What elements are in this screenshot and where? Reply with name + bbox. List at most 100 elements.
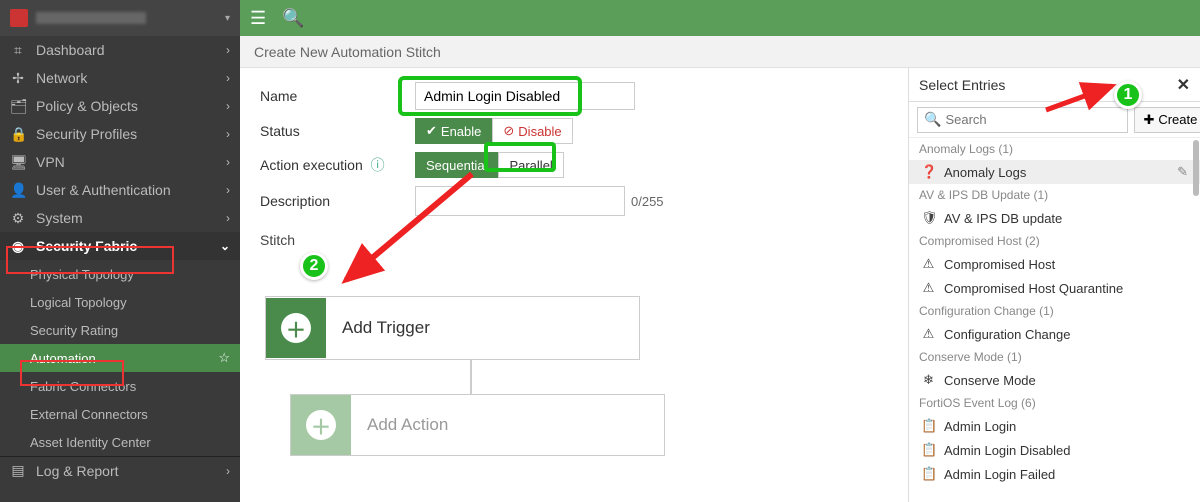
entry-label: Conserve Mode	[944, 373, 1036, 388]
entry-label: Compromised Host Quarantine	[944, 281, 1123, 296]
status-disable-button[interactable]: ⊘Disable	[492, 118, 572, 144]
star-icon: ☆	[218, 350, 230, 366]
nav-item-policy-objects[interactable]: 🗂Policy & Objects›	[0, 92, 240, 120]
panel-list[interactable]: Anomaly Logs (1)❓Anomaly Logs✎AV & IPS D…	[909, 138, 1200, 502]
panel-group-header: Configuration Change (1)	[909, 300, 1200, 322]
panel-entry[interactable]: ❄ Conserve Mode	[909, 368, 1200, 392]
plus-icon: ＋	[281, 313, 311, 343]
nav-subitem-asset-identity-center[interactable]: Asset Identity Center	[0, 428, 240, 456]
nav-item-logreport[interactable]: ▤ Log & Report ›	[0, 456, 240, 484]
panel-entry[interactable]: 📋 Admin Login Failed	[909, 462, 1200, 486]
scrollbar-thumb[interactable]	[1193, 140, 1199, 196]
nav-label: Security Rating	[30, 323, 118, 338]
brand-logo-icon	[10, 9, 28, 27]
chevron-right-icon: ›	[226, 155, 230, 169]
chevron-right-icon: ›	[226, 99, 230, 113]
panel-entry[interactable]: 🛡AV & IPS DB update	[909, 206, 1200, 230]
search-icon[interactable]: 🔍	[282, 8, 304, 29]
chevron-right-icon: ›	[226, 183, 230, 197]
nav-item-user-authentication[interactable]: 👤 User & Authentication ›	[0, 176, 240, 204]
nav-subitem-logical-topology[interactable]: Logical Topology	[0, 288, 240, 316]
close-icon[interactable]: ✕	[1177, 75, 1190, 95]
nav-icon: 👤	[10, 182, 26, 199]
nav-subitem-automation[interactable]: Automation ☆	[0, 344, 240, 372]
plus-icon: ＋	[306, 410, 336, 440]
nav-icon: ✢	[10, 70, 26, 87]
nav-icon: 🔒	[10, 126, 26, 143]
entry-label: Admin Login Failed	[944, 467, 1055, 482]
nav-label: Log & Report	[36, 463, 119, 479]
entry-label: AV & IPS DB update	[944, 211, 1062, 226]
label-status: Status	[260, 123, 415, 139]
search-icon: 🔍	[924, 111, 941, 128]
nav-subitem-security-rating[interactable]: Security Rating	[0, 316, 240, 344]
label-action-exec: Action execution ⓘ	[260, 155, 415, 175]
nav-item-vpn[interactable]: 🖥VPN›	[0, 148, 240, 176]
label-stitch: Stitch	[260, 232, 888, 248]
panel-entry[interactable]: ⚠Compromised Host Quarantine	[909, 276, 1200, 300]
nav-item-security-profiles[interactable]: 🔒Security Profiles›	[0, 120, 240, 148]
nav-label: System	[36, 210, 83, 226]
entry-icon: 📋	[921, 418, 936, 434]
action-exec-parallel-button[interactable]: Parallel	[498, 152, 563, 178]
brand-caret-icon: ▾	[225, 13, 230, 24]
pencil-icon[interactable]: ✎	[1177, 164, 1188, 180]
description-textarea[interactable]	[415, 186, 625, 216]
entry-label: Anomaly Logs	[944, 165, 1026, 180]
entry-icon: ❄	[921, 372, 936, 388]
nav-label: Logical Topology	[30, 295, 127, 310]
add-action-card[interactable]: ＋ Add Action	[290, 394, 665, 456]
nav-subitem-external-connectors[interactable]: External Connectors	[0, 400, 240, 428]
panel-title: Select Entries	[919, 77, 1005, 93]
action-exec-sequential-button[interactable]: Sequential	[415, 152, 498, 178]
entry-icon: ⚠	[921, 326, 936, 342]
chevron-right-icon: ›	[226, 71, 230, 85]
name-input[interactable]	[415, 82, 635, 110]
label-description: Description	[260, 193, 415, 209]
nav-subitem-fabric-connectors[interactable]: Fabric Connectors	[0, 372, 240, 400]
nav-label: User & Authentication	[36, 182, 171, 198]
panel-entry[interactable]: ⚠Configuration Change	[909, 322, 1200, 346]
brand-name-blurred	[36, 12, 146, 24]
nav-icon: ◉	[10, 238, 26, 255]
info-icon[interactable]: ⓘ	[371, 157, 385, 173]
status-enable-button[interactable]: ✔Enable	[415, 118, 492, 144]
nav-icon: ⌗	[10, 42, 26, 59]
description-counter: 0/255	[631, 194, 664, 209]
panel-entry[interactable]: 📋 Admin Login	[909, 414, 1200, 438]
nav-label: External Connectors	[30, 407, 148, 422]
panel-search[interactable]: 🔍	[917, 107, 1128, 133]
nav-label: Policy & Objects	[36, 98, 138, 114]
nav-icon: 🖥	[10, 154, 26, 171]
panel-entry[interactable]: ❓ Anomaly Logs ✎	[909, 160, 1200, 184]
panel-entry[interactable]: ⚠Compromised Host	[909, 252, 1200, 276]
chevron-right-icon: ›	[226, 43, 230, 57]
nav-item-security-fabric[interactable]: ◉Security Fabric⌄	[0, 232, 240, 260]
panel-create-button[interactable]: ✚ Create	[1134, 107, 1200, 133]
nav-label: Fabric Connectors	[30, 379, 136, 394]
nav-item-dashboard[interactable]: ⌗Dashboard›	[0, 36, 240, 64]
entry-label: Compromised Host	[944, 257, 1055, 272]
panel-entry[interactable]: 📋Admin Login Disabled	[909, 438, 1200, 462]
block-icon: ⊘	[503, 123, 514, 139]
entry-icon: 📋	[921, 466, 936, 482]
annotation-callout-1: 1	[1114, 81, 1142, 109]
entry-label: Admin Login	[944, 419, 1016, 434]
panel-search-input[interactable]	[945, 112, 1121, 127]
add-trigger-card[interactable]: ＋ Add Trigger	[265, 296, 640, 360]
nav-subitem-physical-topology[interactable]: Physical Topology	[0, 260, 240, 288]
chevron-right-icon: ›	[226, 464, 230, 478]
panel-group-header: FortiOS Event Log (6)	[909, 392, 1200, 414]
brand-bar[interactable]: ▾	[0, 0, 240, 36]
nav-item-system[interactable]: ⚙System›	[0, 204, 240, 232]
entry-icon: ❓	[921, 164, 936, 180]
panel-group-header: Compromised Host (2)	[909, 230, 1200, 252]
check-icon: ✔	[426, 123, 437, 139]
nav-item-network[interactable]: ✢Network›	[0, 64, 240, 92]
label-name: Name	[260, 88, 415, 104]
nav-label: Automation	[30, 351, 96, 366]
hamburger-icon[interactable]: ☰	[250, 8, 266, 29]
top-bar: ☰ 🔍	[240, 0, 1200, 36]
chevron-right-icon: ›	[226, 127, 230, 141]
entry-icon: 📋	[921, 442, 936, 458]
